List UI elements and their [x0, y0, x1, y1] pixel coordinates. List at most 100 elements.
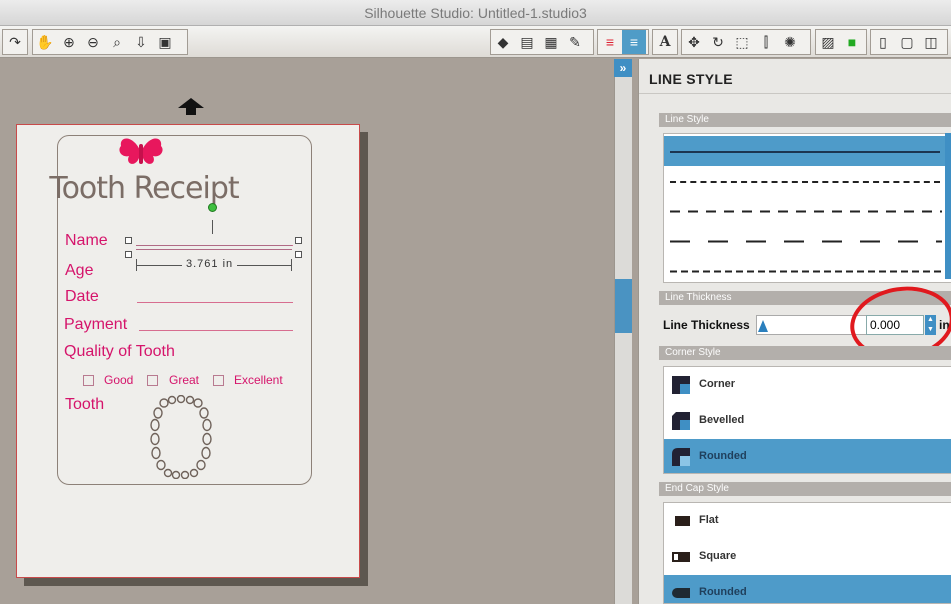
line-style-option-long-dash[interactable]	[664, 226, 946, 256]
line-sample-fine-dash	[670, 181, 940, 183]
trace-icon[interactable]: ▨	[816, 30, 840, 54]
field-label-quality: Quality of Tooth	[64, 343, 175, 360]
corner-option-rounded[interactable]: Rounded	[664, 439, 951, 473]
line-sample-long-dash	[670, 240, 942, 243]
transform-icon[interactable]: ⬚	[730, 30, 754, 54]
zoom-out-icon[interactable]: ⊖	[81, 30, 105, 54]
line-style-option-solid[interactable]	[664, 136, 946, 166]
line-style-option-medium-dash[interactable]	[664, 196, 946, 226]
load-direction-arrow-stem	[186, 108, 196, 115]
end-cap-option-flat[interactable]: Flat	[664, 503, 951, 539]
history-group: ↷	[2, 29, 28, 55]
field-label-age: Age	[65, 262, 94, 279]
zoom-in-icon[interactable]: ⊕	[57, 30, 81, 54]
checkbox-label-excellent: Excellent	[234, 373, 283, 387]
selected-line-bottom[interactable]	[136, 249, 292, 250]
end-cap-flat-icon	[675, 516, 690, 526]
line-sample-dense-dash	[670, 270, 942, 273]
window-title: Silhouette Studio: Untitled-1.studio3	[364, 5, 587, 21]
corner-option-label: Corner	[699, 378, 736, 390]
offset-icon[interactable]: ✺	[778, 30, 802, 54]
page-setup-icon[interactable]: ▯	[871, 30, 895, 54]
cut-settings-icon[interactable]: ■	[840, 30, 864, 54]
line-style-option-fine-dash[interactable]	[664, 166, 946, 196]
canvas-scroll-thumb[interactable]	[615, 279, 632, 333]
corner-square-icon	[672, 376, 690, 394]
dimension-tick-left	[136, 259, 137, 271]
selected-line-top[interactable]	[136, 245, 292, 246]
gradient-icon[interactable]: ▤	[515, 30, 539, 54]
line-style-list	[663, 133, 951, 283]
line-style-icon[interactable]: ≡	[622, 30, 646, 54]
end-cap-option-rounded[interactable]: Rounded	[664, 575, 951, 603]
pan-hand-icon[interactable]: ✋	[33, 30, 57, 54]
checkbox-good	[83, 375, 94, 386]
replicate-icon[interactable]: ↻	[706, 30, 730, 54]
section-header-end-cap-style: End Cap Style	[659, 482, 951, 496]
selection-handle-tr[interactable]	[295, 237, 302, 244]
panel-title-divider	[639, 93, 951, 94]
send-icon[interactable]: ▢	[895, 30, 919, 54]
fill-bucket-icon[interactable]: ◆	[491, 30, 515, 54]
end-cap-option-square[interactable]: Square	[664, 539, 951, 575]
output-tools-group: ▨ ■	[815, 29, 867, 55]
teeth-diagram-icon	[150, 395, 212, 479]
toolbar: ↷ ✋ ⊕ ⊖ ⌕ ⇩ ▣ ◆ ▤ ▦ ✎ ≡ ≡ A ✥ ↻ ⬚ ⫿ ✺ ▨ …	[0, 26, 951, 58]
checkbox-label-good: Good	[104, 373, 134, 387]
align-icon[interactable]: ⫿	[754, 30, 778, 54]
pattern-icon[interactable]: ▦	[539, 30, 563, 54]
panel-title: LINE STYLE	[649, 71, 733, 87]
line-style-option-dense-dash[interactable]	[664, 256, 946, 282]
field-line-date	[137, 302, 293, 303]
corner-style-list: Corner Bevelled Rounded	[663, 366, 951, 474]
field-label-tooth: Tooth	[65, 396, 105, 413]
field-label-date: Date	[65, 288, 99, 305]
field-line-payment	[139, 330, 293, 331]
section-header-line-style: Line Style	[659, 113, 951, 127]
zoom-select-icon[interactable]: ⌕	[105, 30, 129, 54]
line-style-panel: LINE STYLE Line Style Line Thickness Lin…	[638, 59, 951, 604]
corner-option-label: Rounded	[699, 450, 747, 462]
corner-round-icon	[672, 448, 690, 466]
line-thickness-slider-thumb[interactable]	[758, 320, 768, 332]
selection-handle-bl[interactable]	[125, 251, 132, 258]
corner-option-corner[interactable]: Corner	[664, 367, 951, 403]
rotation-handle-stem	[212, 220, 213, 234]
edit-tools-group: ✥ ↻ ⬚ ⫿ ✺	[681, 29, 811, 55]
end-cap-style-list: Flat Square Rounded	[663, 502, 951, 604]
design-store-icon[interactable]: ◫	[919, 30, 943, 54]
butterfly-logo-icon	[119, 138, 163, 164]
fill-tools-group: ◆ ▤ ▦ ✎	[490, 29, 594, 55]
text-style-icon[interactable]: A	[653, 30, 677, 54]
checkbox-excellent	[213, 375, 224, 386]
corner-bevel-icon	[672, 412, 690, 430]
fill-brush-icon[interactable]: ✎	[563, 30, 587, 54]
selection-handle-tl[interactable]	[125, 237, 132, 244]
rotation-handle[interactable]	[208, 203, 217, 212]
load-direction-arrow-icon	[178, 98, 204, 108]
fit-page-icon[interactable]: ▣	[153, 30, 177, 54]
panel-collapse-chevron-icon[interactable]: »	[614, 59, 632, 77]
point-edit-icon[interactable]: ✥	[682, 30, 706, 54]
dimension-tick-right	[291, 259, 292, 271]
selection-handle-br[interactable]	[295, 251, 302, 258]
line-thickness-label: Line Thickness	[663, 318, 750, 332]
section-header-corner-style: Corner Style	[659, 346, 951, 360]
redo-icon[interactable]: ↷	[3, 30, 27, 54]
field-label-payment: Payment	[64, 316, 128, 333]
line-tools-group: ≡ ≡	[597, 29, 649, 55]
end-cap-square-icon	[672, 552, 690, 562]
line-color-icon[interactable]: ≡	[598, 30, 622, 54]
zoom-drag-icon[interactable]: ⇩	[129, 30, 153, 54]
page-tools-group: ▯ ▢ ◫	[870, 29, 948, 55]
view-tools-group: ✋ ⊕ ⊖ ⌕ ⇩ ▣	[32, 29, 188, 55]
line-style-scrollbar[interactable]	[945, 133, 951, 279]
canvas-scrollbar[interactable]	[614, 59, 632, 604]
design-page[interactable]: Tooth Receipt Name Age Date Payment Qual…	[16, 124, 360, 578]
end-cap-option-label: Square	[699, 550, 737, 562]
line-sample-solid	[670, 151, 940, 153]
corner-option-bevelled[interactable]: Bevelled	[664, 403, 951, 439]
end-cap-option-label: Rounded	[699, 586, 747, 598]
checkbox-great	[147, 375, 158, 386]
end-cap-round-icon	[672, 588, 690, 598]
